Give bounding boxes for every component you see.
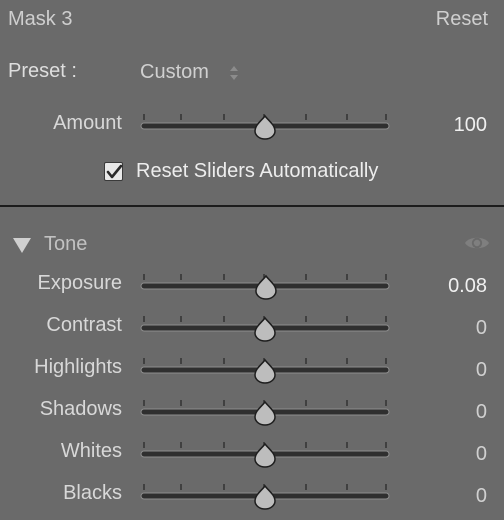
contrast-slider[interactable] (140, 313, 390, 343)
shadows-value[interactable]: 0 (476, 401, 487, 424)
preset-dropdown[interactable]: Custom (140, 61, 209, 84)
mask-panel: Mask 3 Reset Preset : Custom Amount 100 … (0, 0, 504, 520)
slider-graphic (140, 400, 390, 426)
slider-graphic (140, 358, 390, 384)
blacks-value[interactable]: 0 (476, 485, 487, 508)
slider-graphic (140, 274, 390, 300)
exposure-label: Exposure (37, 272, 123, 294)
whites-label: Whites (60, 440, 122, 462)
eye-icon[interactable] (464, 234, 490, 252)
exposure-slider[interactable] (140, 271, 390, 301)
slider-thumb[interactable] (254, 400, 276, 426)
highlights-label: Highlights (34, 356, 122, 378)
preset-label: Preset : (8, 60, 77, 82)
mask-title: Mask 3 (8, 8, 73, 30)
blacks-label: Blacks (63, 482, 122, 504)
amount-value[interactable]: 100 (454, 114, 487, 137)
slider-graphic (140, 316, 390, 342)
whites-slider[interactable] (140, 439, 390, 469)
slider-graphic (140, 114, 390, 140)
exposure-value[interactable]: 0.08 (448, 275, 487, 298)
slider-graphic (140, 484, 390, 510)
contrast-label: Contrast (46, 314, 122, 336)
slider-thumb[interactable] (254, 114, 276, 140)
highlights-slider[interactable] (140, 355, 390, 385)
reset-sliders-checkbox[interactable] (104, 162, 123, 181)
up-down-arrows-icon[interactable] (229, 64, 239, 82)
reset-sliders-label[interactable]: Reset Sliders Automatically (136, 160, 378, 183)
blacks-slider[interactable] (140, 481, 390, 511)
slider-thumb[interactable] (254, 358, 276, 384)
contrast-value[interactable]: 0 (476, 317, 487, 340)
checkmark-icon (106, 164, 123, 179)
shadows-label: Shadows (39, 398, 122, 420)
slider-thumb[interactable] (254, 484, 276, 510)
shadows-slider[interactable] (140, 397, 390, 427)
slider-thumb[interactable] (254, 442, 276, 468)
reset-button[interactable]: Reset (436, 8, 488, 31)
slider-graphic (140, 442, 390, 468)
slider-thumb[interactable] (254, 316, 276, 342)
triangle-down-icon[interactable] (12, 237, 32, 254)
slider-thumb[interactable] (255, 274, 277, 300)
highlights-value[interactable]: 0 (476, 359, 487, 382)
whites-value[interactable]: 0 (476, 443, 487, 466)
tone-section-title[interactable]: Tone (44, 233, 87, 256)
amount-label: Amount (53, 112, 122, 134)
amount-slider[interactable] (140, 111, 390, 141)
section-divider (0, 205, 504, 207)
